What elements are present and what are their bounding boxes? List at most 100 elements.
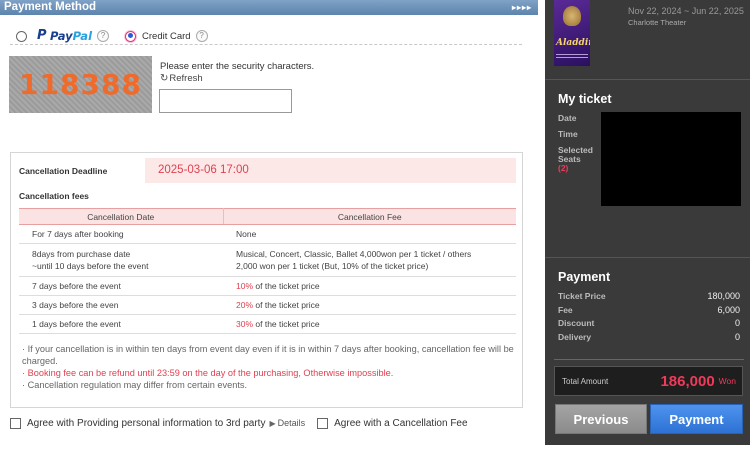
- triangle-right-icon: ▶: [269, 418, 276, 428]
- payment-summary: Ticket Price 180,000 Fee 6,000 Discount 0 D…: [558, 291, 740, 345]
- refresh-icon: ↻: [160, 73, 169, 84]
- row-date: 3 days before the even: [19, 295, 223, 315]
- show-info: Nov 22, 2024 ~ Jun 22, 2025 Charlotte Th…: [628, 6, 746, 28]
- show-poster: Aladdin: [554, 0, 590, 66]
- summary-label: Ticket Price: [558, 291, 606, 301]
- table-row: 3 days before the even 20% of the ticket…: [19, 295, 516, 315]
- divider: [10, 44, 522, 45]
- payment-options: PayPal ? Credit Card ?: [16, 28, 208, 44]
- details-label: Details: [277, 418, 306, 428]
- cancellation-notes: · If your cancellation is in within ten …: [22, 343, 516, 391]
- summary-value: 6,000: [717, 304, 740, 315]
- header-arrows-icon: ▸▸▸▸: [511, 3, 532, 12]
- fee-percent: 30%: [236, 319, 254, 329]
- note-item: · Cancellation regulation may differ fro…: [22, 380, 248, 390]
- total-label: Total Amount: [562, 376, 609, 386]
- credit-card-radio[interactable]: [125, 30, 137, 42]
- fee-text: of the ticket price: [253, 300, 320, 310]
- order-sidebar: Aladdin Nov 22, 2024 ~ Jun 22, 2025 Char…: [545, 0, 750, 445]
- summary-value: 0: [734, 331, 740, 342]
- cancellation-deadline-label: Cancellation Deadline: [19, 166, 108, 176]
- fee-percent: 20%: [236, 300, 254, 310]
- row-date: 7 days before the event: [19, 276, 223, 296]
- credit-card-help-icon[interactable]: ?: [195, 30, 208, 42]
- ticket-details-redacted: [601, 112, 741, 206]
- row-fee-line: 2,000 won per 1 ticket (But, 10% of the …: [236, 261, 429, 271]
- column-header-fee: Cancellation Fee: [223, 208, 516, 225]
- fee-text: of the ticket price: [253, 281, 320, 291]
- row-fee: None: [223, 224, 516, 244]
- poster-subtitle-lines: [556, 52, 588, 58]
- cancellation-fee-label[interactable]: Agree with a Cancellation Fee: [334, 418, 467, 429]
- summary-value: 0: [734, 318, 740, 328]
- note-item: · Booking fee can be refund until 23:59 …: [22, 368, 394, 378]
- paypal-p-icon: [37, 28, 47, 43]
- payment-method-header: Payment Method ▸▸▸▸: [0, 0, 538, 15]
- paypal-logo[interactable]: PayPal: [37, 28, 93, 43]
- cancellation-fee-table: Cancellation Date Cancellation Fee For 7…: [19, 208, 516, 334]
- divider: [545, 79, 750, 80]
- cancellation-fees-label: Cancellation fees: [19, 191, 89, 201]
- summary-row: Ticket Price 180,000: [558, 291, 740, 305]
- paypal-radio[interactable]: [16, 30, 27, 42]
- captcha-code: 118388: [19, 68, 142, 101]
- security-characters-input[interactable]: [159, 89, 292, 113]
- row-date-line: 8days from purchase date: [32, 249, 131, 259]
- summary-label: Delivery: [558, 331, 592, 342]
- summary-value: 180,000: [707, 291, 740, 301]
- total-amount-box: Total Amount 186,000 Won: [554, 366, 743, 396]
- show-dates: Nov 22, 2024 ~ Jun 22, 2025: [628, 6, 744, 16]
- cancellation-fee-checkbox[interactable]: [317, 417, 329, 429]
- cancellation-deadline-value: 2025-03-06 17:00: [145, 158, 516, 183]
- payment-title: Payment: [558, 270, 611, 284]
- captcha-image: 118388: [9, 56, 152, 113]
- agreements: Agree with Providing personal informatio…: [10, 416, 468, 430]
- payment-button[interactable]: Payment: [650, 404, 743, 434]
- row-date: For 7 days after booking: [19, 224, 223, 244]
- paypal-word-pay: Pay: [50, 29, 73, 43]
- show-venue: Charlotte Theater: [628, 18, 687, 27]
- summary-row: Fee 6,000: [558, 305, 740, 319]
- third-party-checkbox[interactable]: [10, 417, 21, 429]
- previous-button[interactable]: Previous: [555, 404, 647, 434]
- payment-panel: Payment Method ▸▸▸▸ PayPal ? Credit Card…: [0, 0, 538, 452]
- cancellation-box: Cancellation Deadline 2025-03-06 17:00 C…: [10, 152, 523, 408]
- summary-row: Discount 0: [558, 318, 740, 332]
- table-header-row: Cancellation Date Cancellation Fee: [19, 208, 516, 225]
- time-label: Time: [558, 129, 578, 139]
- summary-label: Fee: [558, 304, 573, 315]
- divider: [545, 257, 750, 258]
- divider: [554, 359, 744, 360]
- summary-label: Discount: [558, 318, 595, 328]
- row-fee: 30% of the ticket price: [223, 314, 516, 334]
- table-row: 7 days before the event 10% of the ticke…: [19, 276, 516, 296]
- fee-percent: 10%: [236, 281, 254, 291]
- refresh-label: Refresh: [169, 73, 203, 84]
- row-fee: 20% of the ticket price: [223, 295, 516, 315]
- fee-text: of the ticket price: [253, 319, 320, 329]
- row-fee: 10% of the ticket price: [223, 276, 516, 296]
- paypal-help-icon[interactable]: ?: [97, 30, 110, 42]
- paypal-word-pal: Pal: [72, 29, 93, 43]
- table-row: 8days from purchase date ~until 10 days …: [19, 243, 516, 277]
- table-row: For 7 days after booking None: [19, 224, 516, 244]
- selected-seats-label: Selected Seats (2): [558, 146, 593, 173]
- third-party-label[interactable]: Agree with Providing personal informatio…: [27, 418, 265, 429]
- column-header-date: Cancellation Date: [19, 208, 224, 225]
- poster-title: Aladdin: [556, 38, 590, 48]
- row-date: 1 days before the event: [19, 314, 223, 334]
- details-link[interactable]: ▶ Details: [269, 418, 305, 428]
- my-ticket-labels: Date Time Selected Seats (2): [558, 114, 593, 180]
- credit-card-label[interactable]: Credit Card: [142, 31, 191, 42]
- row-fee-line: Musical, Concert, Classic, Ballet 4,000w…: [236, 249, 472, 259]
- seat-count: (2): [558, 163, 569, 173]
- lamp-icon: [563, 6, 581, 26]
- row-fee: Musical, Concert, Classic, Ballet 4,000w…: [223, 243, 516, 277]
- row-date: 8days from purchase date ~until 10 days …: [19, 243, 223, 277]
- refresh-link[interactable]: ↻ Refresh: [160, 73, 203, 84]
- row-date-line: ~until 10 days before the event: [32, 261, 149, 271]
- table-row: 1 days before the event 30% of the ticke…: [19, 314, 516, 334]
- date-label: Date: [558, 113, 577, 123]
- security-prompt: Please enter the security characters.: [160, 61, 315, 72]
- summary-row: Delivery 0: [558, 332, 740, 346]
